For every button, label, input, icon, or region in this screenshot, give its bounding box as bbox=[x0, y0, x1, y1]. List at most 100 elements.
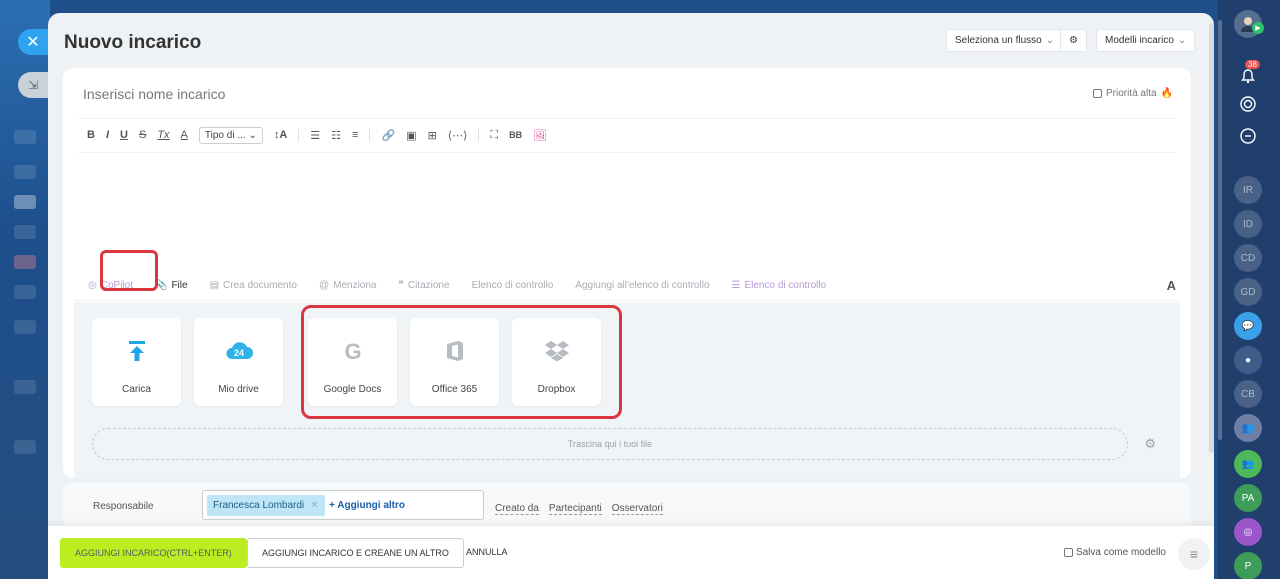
tab-file[interactable]: 📎 File bbox=[155, 280, 188, 291]
tab-quote[interactable]: ❞ Citazione bbox=[398, 280, 449, 291]
responsible-label: Responsabile bbox=[93, 501, 154, 512]
group-icon: 👥 bbox=[1241, 422, 1255, 434]
ghost-item bbox=[14, 320, 36, 334]
rail-avatar[interactable]: PA bbox=[1234, 484, 1262, 512]
font-type-select[interactable]: Tipo di ... ⌄ bbox=[198, 126, 263, 144]
ai-image-icon[interactable]: 🖼 bbox=[533, 129, 547, 142]
task-editor-card: Inserisci nome incarico Priorità alta 🔥 … bbox=[63, 68, 1191, 478]
pulse-button[interactable] bbox=[1234, 90, 1262, 118]
created-by-link[interactable]: Creato da bbox=[495, 503, 539, 515]
text-color-button[interactable]: A bbox=[181, 129, 188, 141]
rail-group-avatar[interactable]: 👥 bbox=[1234, 414, 1262, 442]
add-task-button[interactable]: AGGIUNGI INCARICO(CTRL+ENTER) bbox=[60, 538, 247, 568]
rail-group-avatar-green[interactable]: 👥 bbox=[1234, 450, 1262, 478]
avatar-photo-icon: ● bbox=[1244, 354, 1252, 366]
chat-button[interactable] bbox=[1234, 122, 1262, 150]
tab-checklist[interactable]: Elenco di controllo bbox=[472, 280, 554, 291]
checkbox[interactable] bbox=[1063, 548, 1073, 557]
cancel-button[interactable]: ANNULLA bbox=[466, 547, 508, 557]
menu-button[interactable]: ≡ bbox=[1178, 538, 1210, 570]
editor-toolbar: B I U S Tx A Tipo di ... ⌄ ↕A ☰ ☷ ≡ 🔗 ▣ … bbox=[87, 124, 547, 146]
tab-mention-label: Menziona bbox=[333, 279, 377, 291]
observers-link[interactable]: Osservatori bbox=[611, 503, 663, 515]
divider bbox=[78, 152, 1176, 153]
save-as-template-label: Salva come modello bbox=[1075, 547, 1166, 558]
minimize-slider-button[interactable]: ⇲ bbox=[18, 72, 48, 98]
task-templates-button[interactable]: Modelli incarico ⌄ bbox=[1096, 29, 1196, 52]
add-more-link[interactable]: + Aggiungi altro bbox=[329, 500, 405, 511]
participants-link[interactable]: Partecipanti bbox=[548, 503, 602, 515]
new-task-panel: Nuovo incarico Seleziona un flusso ⌄ ⚙ Mo… bbox=[48, 13, 1214, 579]
assignee-chip[interactable]: Francesca Lombardi ✕ bbox=[207, 495, 325, 516]
notifications-badge: 38 bbox=[1245, 60, 1260, 69]
at-icon: @ bbox=[318, 279, 330, 291]
bullet-list-icon[interactable]: ☷ bbox=[331, 129, 341, 142]
ghost-item bbox=[14, 195, 36, 209]
panel-scrollbar[interactable] bbox=[1209, 23, 1214, 453]
file-drop-zone[interactable]: Trascina qui i tuoi file bbox=[92, 428, 1128, 460]
add-and-new-button[interactable]: AGGIUNGI INCARICO E CREANE UN ALTRO bbox=[247, 538, 464, 568]
bold-button[interactable]: B bbox=[87, 129, 95, 141]
high-priority-toggle[interactable]: Priorità alta 🔥 bbox=[1092, 88, 1173, 99]
code-icon[interactable]: ⟨⋯⟩ bbox=[448, 129, 468, 142]
chat-icon bbox=[1240, 128, 1256, 144]
task-name-input[interactable]: Inserisci nome incarico bbox=[83, 86, 883, 102]
chat-bubble-icon: 💬 bbox=[1241, 320, 1255, 332]
strikethrough-button[interactable]: S bbox=[139, 129, 146, 141]
ghost-item bbox=[14, 440, 36, 454]
numbered-list-icon[interactable]: ☰ bbox=[310, 129, 320, 142]
rail-avatar[interactable]: P bbox=[1234, 552, 1262, 579]
tab-checklist-ai-label: Elenco di controllo bbox=[744, 279, 827, 291]
bbcode-button[interactable]: BB bbox=[509, 130, 522, 140]
font-type-label: Tipo di ... bbox=[204, 129, 246, 141]
rail-avatar[interactable]: GD bbox=[1234, 278, 1262, 306]
checkbox[interactable] bbox=[1092, 89, 1102, 98]
clear-format-button[interactable]: Tx bbox=[157, 129, 169, 141]
ghost-item bbox=[14, 165, 36, 179]
image-icon[interactable]: ▣ bbox=[406, 129, 416, 142]
link-icon[interactable]: 🔗 bbox=[381, 129, 395, 142]
ghost-item bbox=[14, 130, 36, 144]
rail-chat-avatar[interactable]: 💬 bbox=[1234, 312, 1262, 340]
rail-avatar[interactable]: ID bbox=[1234, 210, 1262, 238]
settings-button[interactable]: ⚙ bbox=[1060, 29, 1087, 52]
document-icon: ▤ bbox=[209, 279, 220, 291]
fullscreen-icon[interactable]: ⛶ bbox=[490, 129, 498, 142]
remove-assignee-icon[interactable]: ✕ bbox=[310, 500, 318, 511]
rail-spiral-avatar[interactable]: ◎ bbox=[1234, 518, 1262, 546]
my-drive-tile[interactable]: 24 Mio drive bbox=[194, 318, 283, 406]
quote-icon: ❞ bbox=[398, 279, 404, 291]
tab-create-document-label: Crea documento bbox=[223, 279, 297, 291]
tab-checklist-ai[interactable]: ☰ Elenco di controllo bbox=[732, 280, 827, 291]
italic-button[interactable]: I bbox=[106, 129, 109, 141]
tab-mention[interactable]: @ Menziona bbox=[319, 280, 377, 291]
flow-select[interactable]: Seleziona un flusso ⌄ bbox=[946, 29, 1064, 52]
rail-avatar[interactable]: CB bbox=[1234, 380, 1262, 408]
tab-create-document[interactable]: ▤ Crea documento bbox=[210, 280, 297, 291]
font-size-button[interactable]: ↕A bbox=[274, 129, 287, 141]
assignee-name: Francesca Lombardi bbox=[213, 500, 305, 511]
rail-avatar-photo[interactable]: ● bbox=[1234, 346, 1262, 374]
tab-add-to-checklist[interactable]: Aggiungi all'elenco di controllo bbox=[575, 280, 709, 291]
checklist-ai-icon: ☰ bbox=[731, 279, 741, 291]
save-as-template-toggle[interactable]: Salva come modello bbox=[1063, 547, 1166, 558]
divider bbox=[298, 128, 300, 142]
group-icon: 👥 bbox=[1241, 458, 1255, 470]
underline-button[interactable]: U bbox=[120, 129, 128, 141]
rail-avatar[interactable]: CD bbox=[1234, 244, 1262, 272]
close-slider-button[interactable]: ✕ bbox=[18, 29, 48, 55]
table-icon[interactable]: ⊞ bbox=[428, 129, 437, 142]
gear-icon[interactable]: ⚙ bbox=[1144, 436, 1156, 452]
rail-avatar[interactable]: IR bbox=[1234, 176, 1262, 204]
divider bbox=[74, 300, 1180, 301]
rail-scrollbar[interactable] bbox=[1218, 20, 1222, 440]
page-title: Nuovo incarico bbox=[64, 32, 202, 53]
text-format-toggle[interactable]: A bbox=[1167, 278, 1176, 293]
upload-tile[interactable]: Carica bbox=[92, 318, 181, 406]
drive-badge-text: 24 bbox=[233, 348, 243, 358]
copilot-icon: ◎ bbox=[88, 279, 97, 291]
tab-file-label: File bbox=[171, 279, 188, 291]
my-drive-tile-label: Mio drive bbox=[218, 384, 259, 395]
align-icon[interactable]: ≡ bbox=[352, 129, 358, 141]
responsible-field[interactable]: Francesca Lombardi ✕ + Aggiungi altro bbox=[202, 490, 484, 520]
